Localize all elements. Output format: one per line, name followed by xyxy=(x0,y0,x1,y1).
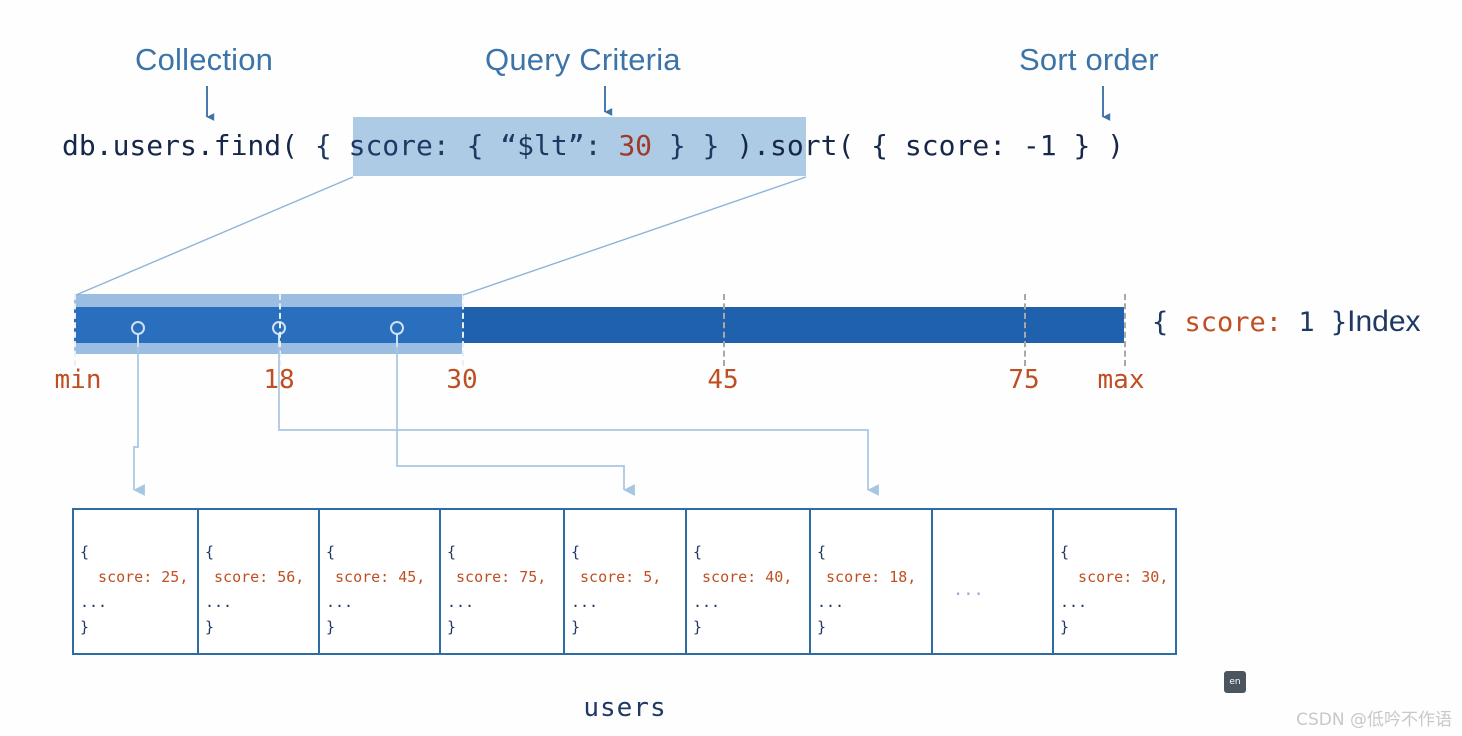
document-box: { score: 18, ... } xyxy=(811,510,933,653)
doc-field: score: 25, xyxy=(80,568,189,586)
callout-query-criteria: Query Criteria xyxy=(485,42,681,77)
doc-field: score: 18, xyxy=(817,568,917,586)
diagram-canvas: Collection Query Criteria Sort order db.… xyxy=(0,0,1462,736)
query-criteria-close: } } xyxy=(652,129,720,162)
query-criteria-open: { score: { “$lt”: xyxy=(314,129,619,162)
index-brace-open: { xyxy=(1152,307,1185,338)
document-box: { score: 40, ... } xyxy=(687,510,811,653)
callout-collection: Collection xyxy=(135,42,274,77)
axis-tick-max xyxy=(1124,294,1126,366)
document-box: { score: 45, ... } xyxy=(320,510,441,653)
doc-field: score: 30, xyxy=(1060,568,1169,586)
doc-open: { xyxy=(1060,543,1070,561)
doc-field: score: 56, xyxy=(205,568,305,586)
doc-close: } xyxy=(205,618,215,636)
collection-documents: { score: 25, ... } { score: 56, ... } { … xyxy=(72,508,1177,655)
projection-lines xyxy=(75,176,807,296)
index-definition-label: { score: 1 }Index xyxy=(1152,305,1421,340)
doc-open: { xyxy=(326,543,336,561)
document-box: { score: 30, ... } xyxy=(1054,510,1175,653)
doc-field: score: 45, xyxy=(326,568,426,586)
doc-open: { xyxy=(205,543,215,561)
doc-close: } xyxy=(1060,618,1070,636)
axis-tick-75 xyxy=(1024,294,1026,366)
doc-ellipsis: ... xyxy=(817,593,845,611)
doc-close: } xyxy=(447,618,457,636)
document-box-ellipsis: ... xyxy=(933,510,1054,653)
marker-stem xyxy=(396,334,398,347)
index-word: Index xyxy=(1347,305,1421,338)
axis-label-max: max xyxy=(1097,365,1145,395)
marker-stem xyxy=(137,334,139,347)
circle-icon xyxy=(390,321,404,335)
doc-ellipsis: ... xyxy=(571,593,599,611)
collection-name-label: users xyxy=(583,693,667,723)
ime-label: en xyxy=(1229,677,1241,687)
doc-ellipsis: ... xyxy=(205,593,233,611)
doc-open: { xyxy=(693,543,703,561)
doc-open: { xyxy=(447,543,457,561)
wire-marker1-to-doc1 xyxy=(133,347,145,496)
axis-tick-min xyxy=(74,294,76,366)
doc-ellipsis: ... xyxy=(693,593,721,611)
axis-label-30: 30 xyxy=(446,365,478,395)
document-box: { score: 25, ... } xyxy=(74,510,199,653)
callout-sort-order: Sort order xyxy=(1019,42,1159,77)
index-to-document-wires xyxy=(133,347,879,496)
axis-label-18: 18 xyxy=(263,365,295,395)
doc-open: { xyxy=(80,543,90,561)
circle-icon xyxy=(131,321,145,335)
doc-ellipsis: ... xyxy=(447,593,475,611)
document-box: { score: 5, ... } xyxy=(565,510,687,653)
ime-indicator-icon[interactable]: en xyxy=(1224,671,1246,693)
doc-open: { xyxy=(571,543,581,561)
doc-open: { xyxy=(817,543,827,561)
axis-label-75: 75 xyxy=(1008,365,1040,395)
index-direction: 1 xyxy=(1282,307,1331,338)
doc-close: } xyxy=(326,618,336,636)
doc-ellipsis: ... xyxy=(1060,593,1088,611)
document-box: { score: 56, ... } xyxy=(199,510,320,653)
document-box: { score: 75, ... } xyxy=(441,510,565,653)
doc-close: } xyxy=(571,618,581,636)
query-sort-suffix: ).sort( { score: -1 } ) xyxy=(719,129,1125,162)
axis-tick-18 xyxy=(279,294,281,366)
index-key: score: xyxy=(1184,307,1283,338)
query-criteria-value: 30 xyxy=(618,129,653,162)
query-prefix: db.users.find( xyxy=(62,129,315,162)
doc-field: score: 75, xyxy=(447,568,547,586)
axis-tick-30 xyxy=(462,294,464,366)
doc-field: score: 5, xyxy=(571,568,662,586)
query-statement: db.users.find( { score: { “$lt”: 30 } } … xyxy=(62,124,1124,168)
axis-label-min: min xyxy=(54,365,102,395)
index-brace-close: } xyxy=(1330,307,1348,338)
doc-ellipsis: ... xyxy=(326,593,354,611)
doc-field: ... xyxy=(953,580,984,600)
wire-marker3-to-doc5 xyxy=(396,347,635,496)
axis-tick-45 xyxy=(723,294,725,366)
axis-label-45: 45 xyxy=(707,365,739,395)
doc-close: } xyxy=(693,618,703,636)
wire-marker2-to-doc7 xyxy=(278,347,879,496)
doc-ellipsis: ... xyxy=(80,593,108,611)
doc-close: } xyxy=(817,618,827,636)
doc-field: score: 40, xyxy=(693,568,793,586)
watermark-text: CSDN @低吟不作语 xyxy=(1296,710,1452,730)
doc-close: } xyxy=(80,618,90,636)
